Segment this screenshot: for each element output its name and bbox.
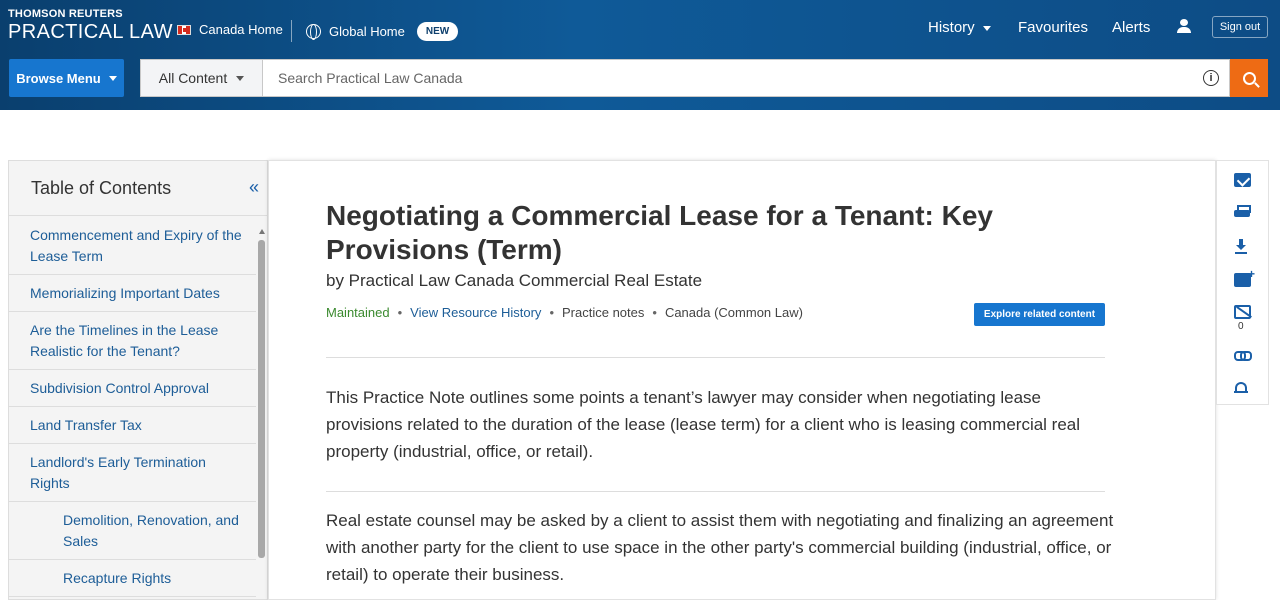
scroll-up-arrow-icon[interactable] xyxy=(259,229,265,234)
alert-bell-icon[interactable] xyxy=(1234,382,1248,395)
maintained-status: Maintained xyxy=(326,305,390,320)
history-label: History xyxy=(928,19,975,36)
brand-logo[interactable]: THOMSON REUTERS PRACTICAL LAW xyxy=(8,8,173,44)
browse-menu-button[interactable]: Browse Menu xyxy=(9,59,124,97)
toc-item[interactable]: Recapture Rights xyxy=(9,560,256,597)
brand-top-text: THOMSON REUTERS xyxy=(8,8,123,20)
global-home-label: Global Home xyxy=(329,24,405,39)
header-divider xyxy=(291,20,292,42)
alerts-link[interactable]: Alerts xyxy=(1112,19,1150,36)
document-title: Negotiating a Commercial Lease for a Ten… xyxy=(326,200,993,265)
document-tools-rail: 0 xyxy=(1216,160,1269,405)
toc-item[interactable]: Memorializing Important Dates xyxy=(9,275,256,312)
collapse-toc-icon[interactable]: « xyxy=(249,177,259,198)
toc-title: Table of Contents xyxy=(31,178,172,198)
toc-item[interactable]: Land Transfer Tax xyxy=(9,407,256,444)
chevron-down-icon xyxy=(108,75,117,81)
sign-out-button[interactable]: Sign out xyxy=(1212,16,1268,38)
jurisdiction: Canada (Common Law) xyxy=(664,305,803,320)
site-header: THOMSON REUTERS PRACTICAL LAW Canada Hom… xyxy=(0,0,1280,110)
globe-icon xyxy=(306,24,321,40)
toc-scrollbar[interactable] xyxy=(258,240,265,558)
chevron-down-icon xyxy=(236,75,245,81)
document-panel: Negotiating a Commercial Lease for a Ten… xyxy=(268,160,1216,600)
browse-menu-label: Browse Menu xyxy=(16,70,101,86)
new-badge: NEW xyxy=(416,22,459,41)
info-icon[interactable]: i xyxy=(1203,70,1219,86)
document-meta: Maintained • View Resource History • Pra… xyxy=(326,305,803,320)
toc-divider xyxy=(9,215,267,216)
favourites-link[interactable]: Favourites xyxy=(1018,19,1088,36)
annotation-count: 0 xyxy=(1238,321,1244,332)
document-byline: by Practical Law Canada Commercial Real … xyxy=(326,271,703,290)
toc-list: Commencement and Expiry of the Lease Ter… xyxy=(9,217,256,597)
search-button[interactable] xyxy=(1230,59,1268,97)
add-note-icon[interactable] xyxy=(1234,267,1255,287)
meta-separator: • xyxy=(549,305,554,320)
global-home-link[interactable]: Global Home NEW xyxy=(306,22,459,41)
table-of-contents: Table of Contents « Commencement and Exp… xyxy=(8,160,268,600)
intro-paragraph: This Practice Note outlines some points … xyxy=(326,388,1081,461)
meta-separator: • xyxy=(397,305,403,320)
toc-item[interactable]: Landlord's Early Termination Rights xyxy=(9,444,256,502)
history-menu[interactable]: History xyxy=(928,19,991,36)
meta-separator: • xyxy=(652,305,657,320)
chevron-down-icon xyxy=(982,25,991,31)
toc-item[interactable]: Are the Timelines in the Lease Realistic… xyxy=(9,312,256,370)
resource-type: Practice notes xyxy=(562,305,645,320)
email-icon[interactable] xyxy=(1234,173,1251,187)
body-paragraph: Real estate counsel may be asked by a cl… xyxy=(326,511,1114,584)
annotations-icon[interactable] xyxy=(1234,305,1251,319)
toc-item[interactable]: Commencement and Expiry of the Lease Ter… xyxy=(9,217,256,275)
canada-flag-icon xyxy=(177,24,191,35)
brand-bottom-text: PRACTICAL LAW xyxy=(8,21,173,43)
canada-home-link[interactable]: Canada Home xyxy=(177,22,283,37)
search-icon xyxy=(1242,71,1256,85)
print-icon[interactable] xyxy=(1234,205,1251,219)
view-resource-history-link[interactable]: View Resource History xyxy=(410,305,541,320)
toc-item[interactable]: Subdivision Control Approval xyxy=(9,370,256,407)
download-icon[interactable] xyxy=(1234,239,1251,254)
search-box: i xyxy=(262,59,1230,97)
search-scope-select[interactable]: All Content xyxy=(140,59,263,97)
user-icon[interactable] xyxy=(1177,19,1191,33)
search-input[interactable] xyxy=(263,60,1163,96)
link-icon[interactable] xyxy=(1234,351,1252,361)
content-divider xyxy=(326,491,1105,492)
explore-related-content-button[interactable]: Explore related content xyxy=(974,303,1105,326)
toc-item[interactable]: Demolition, Renovation, and Sales xyxy=(9,502,256,560)
content-divider xyxy=(326,357,1105,358)
search-scope-label: All Content xyxy=(158,70,228,86)
canada-home-label: Canada Home xyxy=(199,22,283,37)
